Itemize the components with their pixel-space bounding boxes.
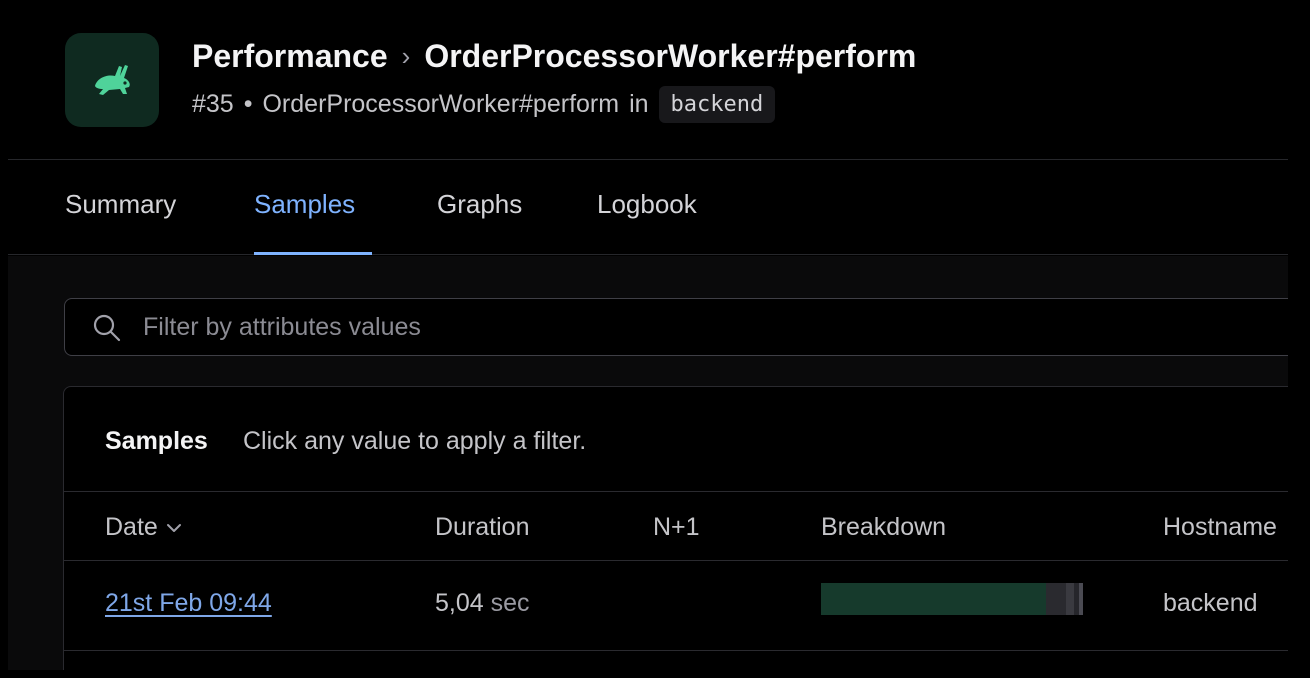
- bullet-separator: •: [243, 90, 253, 118]
- app-window: Performance › OrderProcessorWorker#perfo…: [8, 8, 1288, 670]
- breakdown-segment[interactable]: [1046, 583, 1066, 615]
- page-title: OrderProcessorWorker#perform: [424, 38, 917, 74]
- namespace-badge: backend: [658, 86, 776, 123]
- tab-graphs[interactable]: Graphs: [437, 189, 522, 220]
- app-logo: [65, 33, 159, 127]
- sample-duration[interactable]: 5,04 sec: [435, 589, 530, 618]
- search-icon: [93, 314, 121, 342]
- samples-panel: Samples Click any value to apply a filte…: [63, 386, 1288, 670]
- breadcrumb: Performance › OrderProcessorWorker#perfo…: [192, 38, 916, 75]
- column-header-date-label: Date: [105, 513, 158, 541]
- column-header-breakdown: Breakdown: [821, 513, 947, 541]
- samples-panel-hint: Click any value to apply a filter.: [243, 427, 587, 455]
- sample-breakdown-bar[interactable]: [821, 583, 1083, 615]
- sample-hostname[interactable]: backend: [1163, 589, 1258, 618]
- column-header-hostname: Hostname: [1163, 513, 1277, 541]
- breakdown-segment[interactable]: [1079, 583, 1083, 615]
- samples-panel-title: Samples: [105, 427, 208, 455]
- column-header-duration: Duration: [435, 513, 530, 541]
- incident-number: #35: [192, 90, 234, 118]
- breakdown-segment[interactable]: [821, 583, 1047, 615]
- chevron-down-icon: [166, 523, 181, 532]
- in-label: in: [629, 90, 649, 118]
- column-header-date[interactable]: Date: [105, 513, 182, 542]
- tab-samples[interactable]: Samples: [254, 189, 355, 220]
- sample-date-link[interactable]: 21st Feb 09:44: [105, 589, 272, 618]
- chevron-right-icon: ›: [401, 41, 411, 71]
- tab-bar: Summary Samples Graphs Logbook: [8, 161, 1288, 255]
- breadcrumb-root[interactable]: Performance: [192, 38, 388, 75]
- duration-value: 5,04: [435, 589, 484, 617]
- tab-logbook[interactable]: Logbook: [597, 189, 697, 220]
- incident-subtitle: #35 • OrderProcessorWorker#perform in ba…: [192, 86, 776, 123]
- action-name: OrderProcessorWorker#perform: [262, 90, 620, 118]
- duration-unit: sec: [490, 589, 530, 617]
- table-row: 21st Feb 09:44 5,04 sec backend: [64, 561, 1288, 651]
- main-content: Samples Click any value to apply a filte…: [8, 256, 1288, 670]
- filter-search-box[interactable]: [64, 298, 1288, 356]
- rabbit-icon: [95, 65, 130, 95]
- column-header-n-plus-one: N+1: [653, 513, 700, 541]
- active-tab-indicator: [254, 252, 372, 255]
- page-header: Performance › OrderProcessorWorker#perfo…: [8, 8, 1288, 160]
- samples-panel-header: Samples Click any value to apply a filte…: [64, 387, 1288, 492]
- filter-input[interactable]: [143, 299, 1243, 355]
- tab-summary[interactable]: Summary: [65, 189, 176, 220]
- breakdown-segment[interactable]: [1065, 583, 1074, 615]
